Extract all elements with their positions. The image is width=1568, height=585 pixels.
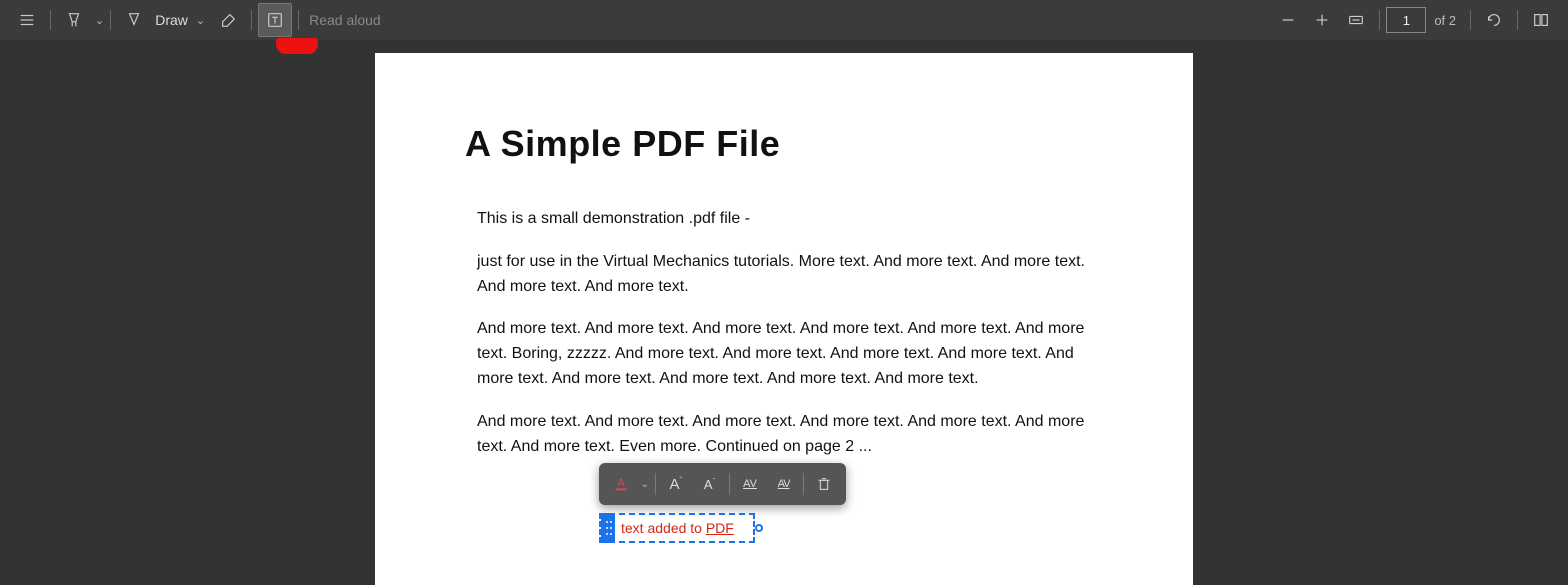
delete-text-button[interactable] — [810, 470, 838, 498]
pdf-page: A Simple PDF File This is a small demons… — [375, 53, 1193, 585]
separator — [110, 10, 111, 30]
increase-spacing-button[interactable]: AV — [736, 470, 764, 498]
resize-handle-icon[interactable] — [755, 524, 763, 532]
page-number-input[interactable] — [1386, 7, 1426, 33]
text-color-dropdown[interactable]: ⌄ — [641, 479, 649, 490]
add-text-button[interactable] — [258, 3, 292, 37]
draw-label[interactable]: Draw — [155, 12, 188, 28]
text-annotation-box[interactable]: text added to PDF — [599, 513, 755, 543]
zoom-in-button[interactable] — [1305, 3, 1339, 37]
paragraph: just for use in the Virtual Mechanics tu… — [477, 250, 1097, 300]
contents-button[interactable] — [10, 3, 44, 37]
separator — [50, 10, 51, 30]
text-annotation-toolbar: A ⌄ Aˆ Aˇ AV AV — [599, 463, 846, 505]
page-view-button[interactable] — [1524, 3, 1558, 37]
draw-dropdown[interactable]: ⌄ — [196, 14, 205, 27]
annotation-text[interactable]: text added to PDF — [621, 520, 734, 536]
rotate-button[interactable] — [1477, 3, 1511, 37]
separator — [1379, 10, 1380, 30]
text-color-button[interactable]: A — [607, 470, 635, 498]
separator — [251, 10, 252, 30]
separator — [803, 473, 804, 495]
separator — [298, 10, 299, 30]
paragraph: And more text. And more text. And more t… — [477, 317, 1097, 391]
separator — [655, 473, 656, 495]
text-tool-indicator — [276, 38, 318, 54]
document-title: A Simple PDF File — [465, 123, 1103, 165]
separator — [729, 473, 730, 495]
separator — [1470, 10, 1471, 30]
svg-text:A: A — [617, 477, 625, 489]
increase-font-button[interactable]: Aˆ — [662, 470, 690, 498]
page-total-label: of 2 — [1434, 13, 1456, 28]
draw-icon-button[interactable] — [117, 3, 151, 37]
paragraph: This is a small demonstration .pdf file … — [477, 207, 1097, 232]
pdf-toolbar: ⌄ Draw ⌄ Read aloud of 2 — [0, 0, 1568, 40]
decrease-font-button[interactable]: Aˇ — [696, 470, 724, 498]
highlight-dropdown[interactable]: ⌄ — [95, 14, 104, 27]
read-aloud-button[interactable]: Read aloud — [309, 12, 381, 28]
zoom-out-button[interactable] — [1271, 3, 1305, 37]
separator — [1517, 10, 1518, 30]
fit-page-button[interactable] — [1339, 3, 1373, 37]
pdf-viewport[interactable]: A Simple PDF File This is a small demons… — [0, 40, 1568, 585]
paragraph: And more text. And more text. And more t… — [477, 410, 1097, 460]
decrease-spacing-button[interactable]: AV — [770, 470, 798, 498]
highlight-button[interactable] — [57, 3, 91, 37]
drag-handle-icon[interactable] — [601, 513, 615, 543]
erase-button[interactable] — [211, 3, 245, 37]
